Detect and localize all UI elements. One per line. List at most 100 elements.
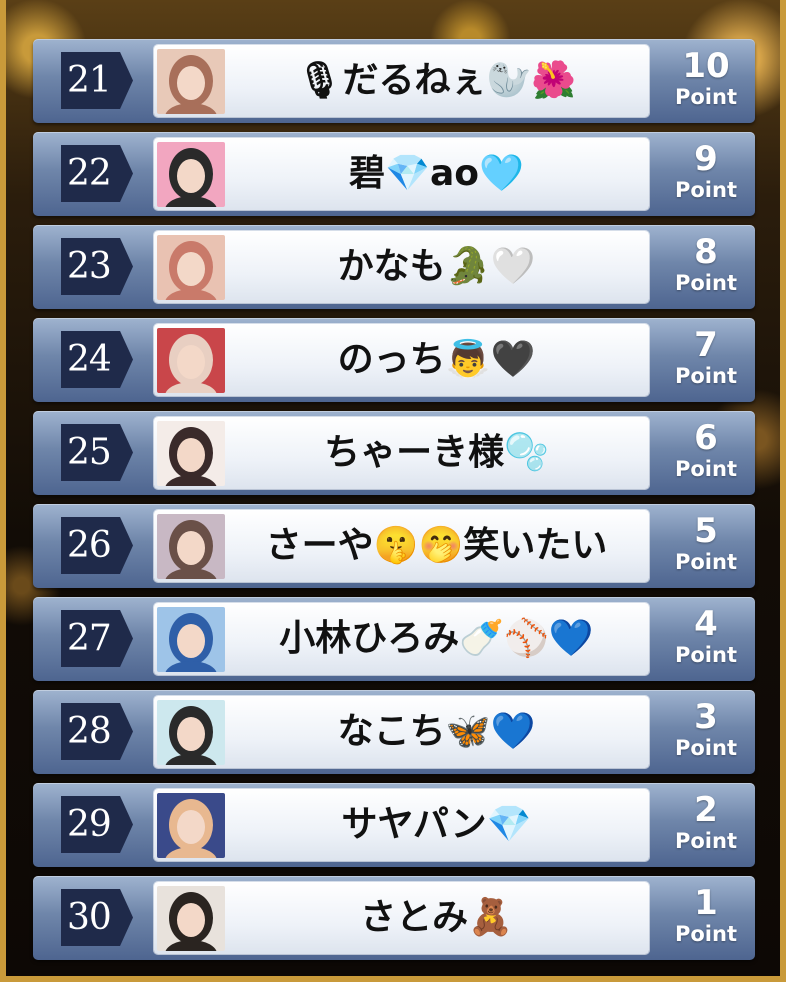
avatar-photo <box>157 700 225 765</box>
points-label: Point <box>674 829 737 853</box>
contestant-name: さーや🤫🤭笑いたい <box>265 525 608 566</box>
avatar <box>157 328 225 393</box>
avatar <box>157 49 225 114</box>
points-box: 5 Point <box>657 512 755 584</box>
points-value: 6 <box>694 418 718 458</box>
avatar-photo <box>157 421 225 486</box>
name-card: のっち👼🖤 <box>154 324 649 396</box>
contestant-name: 🎙だるねぇ🦭🌺 <box>296 60 577 101</box>
points-box: 2 Point <box>657 791 755 863</box>
name-card: 🎙だるねぇ🦭🌺 <box>154 45 649 117</box>
avatar-face <box>177 159 205 193</box>
avatar <box>157 514 225 579</box>
points-box: 7 Point <box>657 326 755 398</box>
rank-badge: 29 <box>61 796 133 853</box>
name-card: なこち🦋💙 <box>154 696 649 768</box>
points-label: Point <box>674 364 737 388</box>
ranking-row[interactable]: 26 さーや🤫🤭笑いたい 5 Point <box>33 504 755 588</box>
avatar-face <box>177 345 205 379</box>
avatar <box>157 700 225 765</box>
contestant-name: サヤパン💎 <box>341 804 532 845</box>
avatar-photo <box>157 328 225 393</box>
contestant-name: なこち🦋💙 <box>337 711 536 752</box>
avatar-face <box>177 624 205 658</box>
rank-badge: 22 <box>61 145 133 202</box>
ranking-row[interactable]: 28 なこち🦋💙 3 Point <box>33 690 755 774</box>
ranking-list: 21 🎙だるねぇ🦭🌺 10 Point 22 碧💎ao🩵 9 Point 23 … <box>33 39 755 969</box>
contestant-name: のっち👼🖤 <box>337 339 536 380</box>
ranking-row[interactable]: 24 のっち👼🖤 7 Point <box>33 318 755 402</box>
rank-badge: 23 <box>61 238 133 295</box>
points-box: 1 Point <box>657 884 755 956</box>
points-label: Point <box>674 271 737 295</box>
contestant-name: 碧💎ao🩵 <box>349 153 524 194</box>
rank-badge: 24 <box>61 331 133 388</box>
points-label: Point <box>674 550 737 574</box>
avatar-face <box>177 66 205 100</box>
rank-badge: 28 <box>61 703 133 760</box>
name-card: ちゃーき様🫧 <box>154 417 649 489</box>
name-card: かなも🐊🤍 <box>154 231 649 303</box>
points-box: 3 Point <box>657 698 755 770</box>
ranking-row[interactable]: 27 小林ひろみ🍼⚾️💙 4 Point <box>33 597 755 681</box>
points-label: Point <box>674 457 737 481</box>
avatar-face <box>177 531 205 565</box>
points-box: 4 Point <box>657 605 755 677</box>
contestant-name: かなも🐊🤍 <box>337 246 536 287</box>
avatar-photo <box>157 235 225 300</box>
avatar <box>157 142 225 207</box>
points-value: 3 <box>694 697 718 737</box>
points-label: Point <box>674 643 737 667</box>
ranking-row[interactable]: 25 ちゃーき様🫧 6 Point <box>33 411 755 495</box>
rank-badge: 27 <box>61 610 133 667</box>
name-card: さとみ🧸 <box>154 882 649 954</box>
name-card: さーや🤫🤭笑いたい <box>154 510 649 582</box>
avatar-face <box>177 810 205 844</box>
avatar <box>157 421 225 486</box>
rank-badge: 21 <box>61 52 133 109</box>
points-label: Point <box>674 178 737 202</box>
name-card: 碧💎ao🩵 <box>154 138 649 210</box>
avatar-face <box>177 903 205 937</box>
avatar-photo <box>157 607 225 672</box>
points-label: Point <box>674 922 737 946</box>
avatar-photo <box>157 142 225 207</box>
avatar-face <box>177 438 205 472</box>
points-value: 5 <box>694 511 718 551</box>
avatar <box>157 886 225 951</box>
points-value: 8 <box>694 232 718 272</box>
avatar-photo <box>157 886 225 951</box>
name-card: 小林ひろみ🍼⚾️💙 <box>154 603 649 675</box>
points-value: 10 <box>682 46 730 86</box>
points-value: 9 <box>694 139 718 179</box>
ranking-row[interactable]: 29 サヤパン💎 2 Point <box>33 783 755 867</box>
ranking-row[interactable]: 22 碧💎ao🩵 9 Point <box>33 132 755 216</box>
ranking-row[interactable]: 21 🎙だるねぇ🦭🌺 10 Point <box>33 39 755 123</box>
points-label: Point <box>674 736 737 760</box>
points-value: 1 <box>694 883 718 923</box>
ranking-row[interactable]: 23 かなも🐊🤍 8 Point <box>33 225 755 309</box>
points-box: 9 Point <box>657 140 755 212</box>
points-value: 7 <box>694 325 718 365</box>
contestant-name: 小林ひろみ🍼⚾️💙 <box>279 618 594 659</box>
rank-badge: 26 <box>61 517 133 574</box>
name-card: サヤパン💎 <box>154 789 649 861</box>
rank-badge: 30 <box>61 889 133 946</box>
avatar-face <box>177 717 205 751</box>
avatar-photo <box>157 793 225 858</box>
points-box: 8 Point <box>657 233 755 305</box>
rank-badge: 25 <box>61 424 133 481</box>
avatar <box>157 793 225 858</box>
points-box: 10 Point <box>657 47 755 119</box>
points-label: Point <box>674 85 737 109</box>
points-value: 2 <box>694 790 718 830</box>
ranking-row[interactable]: 30 さとみ🧸 1 Point <box>33 876 755 960</box>
avatar <box>157 607 225 672</box>
contestant-name: さとみ🧸 <box>360 897 513 938</box>
points-value: 4 <box>694 604 718 644</box>
avatar-face <box>177 252 205 286</box>
points-box: 6 Point <box>657 419 755 491</box>
avatar-photo <box>157 514 225 579</box>
avatar-photo <box>157 49 225 114</box>
contestant-name: ちゃーき様🫧 <box>324 432 549 473</box>
